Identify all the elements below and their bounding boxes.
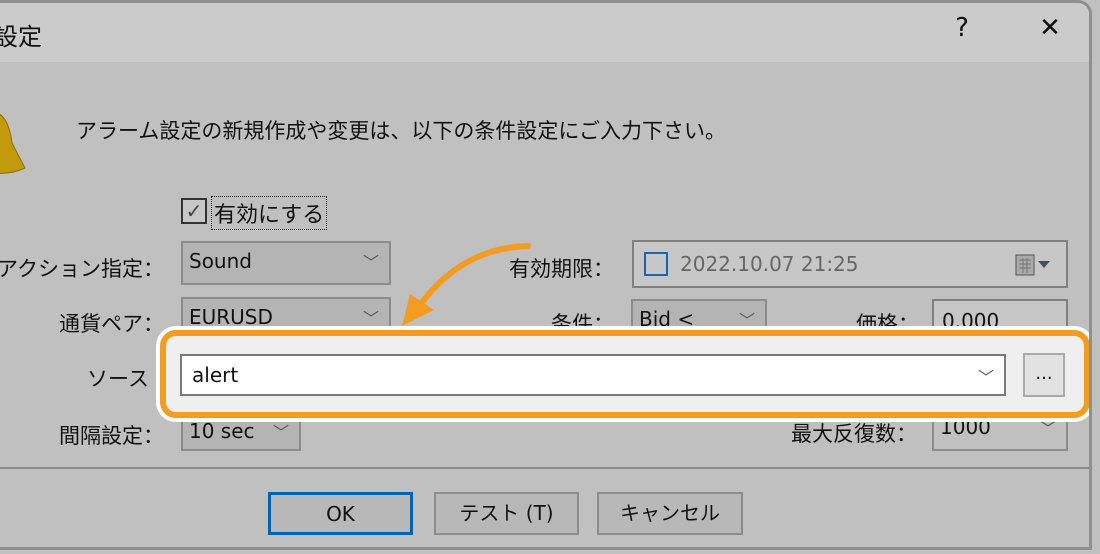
source-highlight: alert ﹀ ... (160, 330, 1089, 418)
calendar-icon[interactable] (1014, 252, 1054, 278)
enable-label[interactable]: 有効にする (211, 196, 328, 230)
chevron-down-icon: ﹀ (738, 311, 755, 330)
bell-icon (0, 113, 26, 174)
chevron-down-icon: ﹀ (272, 423, 289, 442)
alert-settings-dialog: 設定 ? ✕ アラーム設定の新規作成や変更は、以下の条件設定にご入力下さい。 ✓… (0, 0, 1092, 550)
source-select[interactable]: alert ﹀ (180, 354, 1006, 396)
divider (0, 467, 1089, 469)
symbol-value: EURUSD (189, 305, 273, 329)
title-bar: 設定 ? ✕ (0, 3, 1089, 62)
action-label: アクション指定： (0, 257, 164, 281)
chevron-down-icon: ﹀ (362, 253, 379, 272)
chevron-down-icon: ﹀ (977, 368, 994, 387)
cancel-button[interactable]: キャンセル (597, 492, 743, 535)
close-button[interactable]: ✕ (1030, 13, 1070, 43)
interval-label: 間隔設定： (59, 424, 164, 448)
expiry-checkbox[interactable] (644, 252, 668, 276)
chevron-down-icon: ﹀ (1039, 419, 1056, 438)
expiry-field[interactable]: 2022.10.07 21:25 (632, 240, 1068, 288)
chevron-down-icon: ﹀ (362, 309, 379, 328)
action-select[interactable]: Sound ﹀ (181, 241, 391, 285)
source-label: ソース (87, 367, 149, 391)
window-title: 設定 (0, 23, 42, 51)
ok-button[interactable]: OK (268, 492, 413, 535)
symbol-label: 通貨ペア： (59, 312, 164, 336)
interval-value: 10 sec (189, 419, 255, 443)
test-button[interactable]: テスト (T) (434, 492, 579, 535)
action-value: Sound (189, 249, 252, 273)
description-text: アラーム設定の新規作成や変更は、以下の条件設定にご入力下さい。 (76, 119, 726, 143)
help-button[interactable]: ? (942, 13, 982, 43)
max-repeat-value: 1000 (940, 415, 991, 439)
source-value: alert (192, 363, 239, 387)
max-repeat-label: 最大反復数： (791, 422, 917, 446)
condition-value: Bid < (639, 307, 695, 331)
enable-checkbox[interactable]: ✓ (181, 198, 207, 224)
pointer-arrow-icon (402, 243, 531, 326)
expiry-value: 2022.10.07 21:25 (680, 252, 859, 276)
browse-button[interactable]: ... (1023, 353, 1065, 397)
